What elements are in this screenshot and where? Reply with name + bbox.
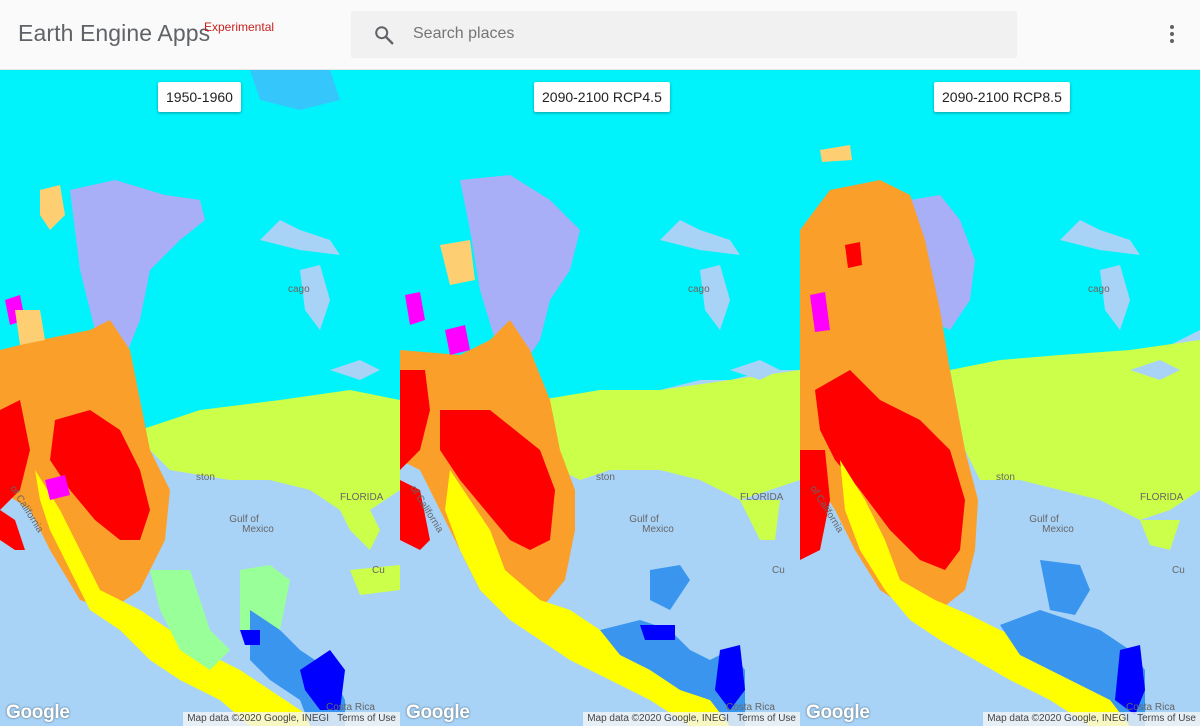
- google-logo[interactable]: Google: [406, 702, 470, 724]
- map-data-text: Map data ©2020 Google, INEGI: [987, 713, 1130, 724]
- period-label: 1950-1960: [158, 82, 241, 112]
- map-attribution: Map data ©2020 Google, INEGI Terms of Use: [983, 712, 1200, 726]
- terms-link[interactable]: Terms of Use: [733, 713, 800, 724]
- terms-link[interactable]: Terms of Use: [333, 713, 400, 724]
- map-panel-2090-2100-rcp45[interactable]: Gulf of Mexico ston FLORIDA cago Cu Cost…: [400, 70, 800, 726]
- experimental-tag: Experimental: [204, 20, 275, 34]
- period-label: 2090-2100 RCP4.5: [534, 82, 670, 112]
- map-label-florida: FLORIDA: [740, 492, 784, 503]
- map-label-houston: ston: [996, 472, 1015, 483]
- map-label-gulf-line2: Mexico: [242, 524, 274, 535]
- map-attribution: Map data ©2020 Google, INEGI Terms of Use: [183, 712, 400, 726]
- map-data-text: Map data ©2020 Google, INEGI: [587, 713, 730, 724]
- map-panel-1950-1960[interactable]: Gulf of Mexico ston FLORIDA cago Cu Cost…: [0, 70, 400, 726]
- terms-link[interactable]: Terms of Use: [1133, 713, 1200, 724]
- map-label-gulf-line2: Mexico: [1042, 524, 1074, 535]
- map-label-gulf-line2: Mexico: [642, 524, 674, 535]
- search-box[interactable]: [351, 11, 1017, 58]
- map-panel-2090-2100-rcp85[interactable]: Gulf of Mexico ston FLORIDA cago Cu Cost…: [800, 70, 1200, 726]
- map-label-chicago: cago: [288, 284, 310, 295]
- google-logo[interactable]: Google: [6, 702, 70, 724]
- period-label: 2090-2100 RCP8.5: [934, 82, 1070, 112]
- map-label-houston: ston: [596, 472, 615, 483]
- map-label-cuba: Cu: [1172, 565, 1185, 576]
- map-label-florida: FLORIDA: [1140, 492, 1184, 503]
- map-label-cuba: Cu: [372, 565, 385, 576]
- map-comparison: Gulf of Mexico ston FLORIDA cago Cu Cost…: [0, 70, 1200, 726]
- app-title: Earth Engine Apps: [18, 20, 211, 46]
- more-vert-icon[interactable]: [1160, 22, 1184, 48]
- map-label-houston: ston: [196, 472, 215, 483]
- map-label-chicago: cago: [1088, 284, 1110, 295]
- app-brand[interactable]: Earth Engine Apps Experimental: [18, 20, 274, 54]
- map-label-cuba: Cu: [772, 565, 785, 576]
- map-label-florida: FLORIDA: [340, 492, 384, 503]
- search-icon[interactable]: [373, 24, 395, 46]
- app-header: Earth Engine Apps Experimental: [0, 0, 1200, 70]
- search-input[interactable]: [413, 17, 993, 51]
- map-data-text: Map data ©2020 Google, INEGI: [187, 713, 330, 724]
- climate-map[interactable]: Gulf of Mexico ston FLORIDA cago Cu Cost…: [800, 70, 1200, 726]
- climate-map[interactable]: Gulf of Mexico ston FLORIDA cago Cu Cost…: [0, 70, 400, 726]
- google-logo[interactable]: Google: [806, 702, 870, 724]
- map-attribution: Map data ©2020 Google, INEGI Terms of Use: [583, 712, 800, 726]
- map-label-chicago: cago: [688, 284, 710, 295]
- climate-map[interactable]: Gulf of Mexico ston FLORIDA cago Cu Cost…: [400, 70, 800, 726]
